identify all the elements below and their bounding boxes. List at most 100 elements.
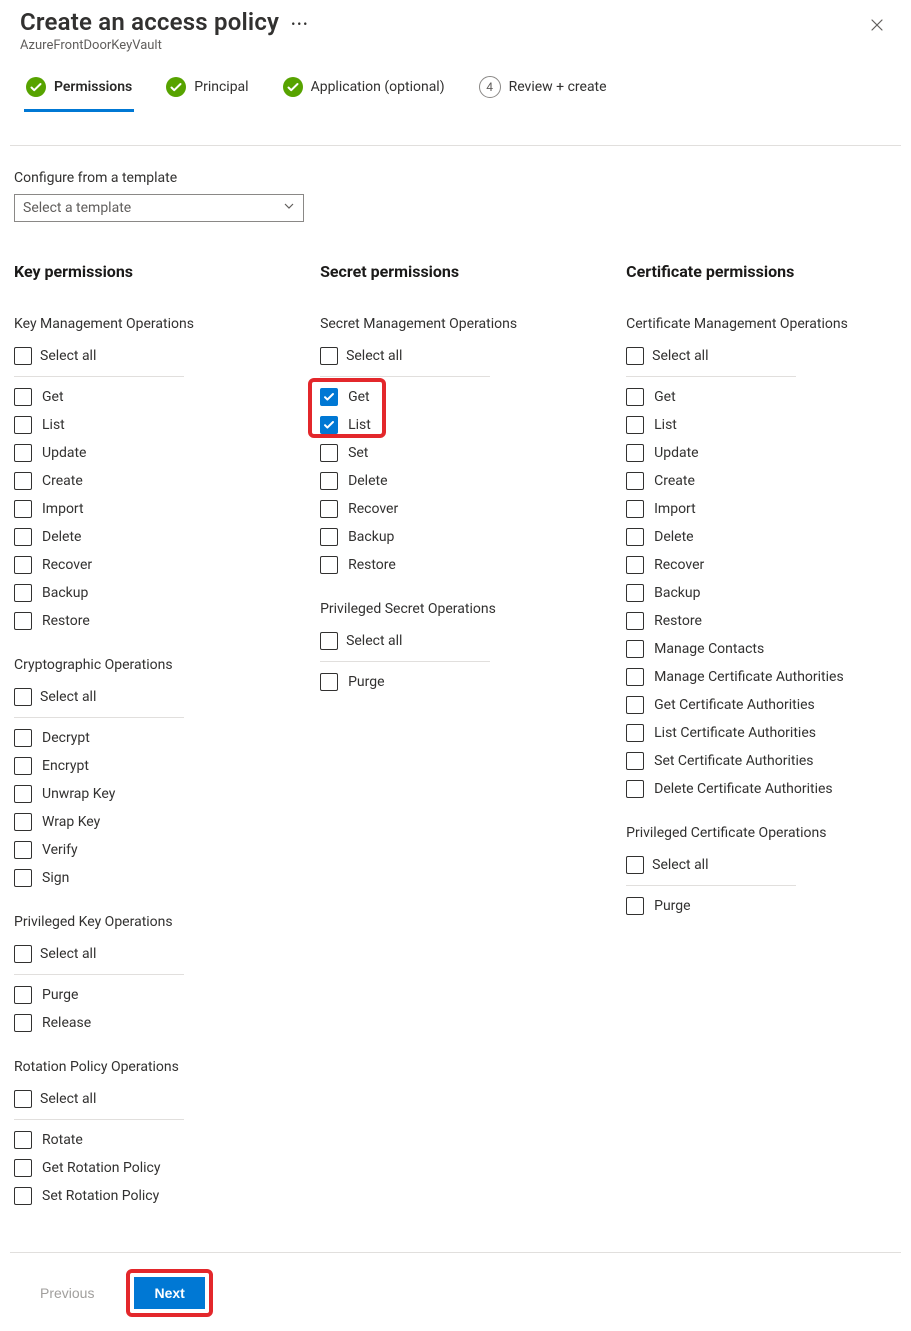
permission-checkbox[interactable] [626, 640, 644, 658]
template-select[interactable]: Select a template [14, 194, 304, 222]
step-application-optional[interactable]: Application (optional) [281, 67, 447, 112]
permission-option[interactable]: Backup [626, 579, 897, 607]
permission-checkbox[interactable] [14, 388, 32, 406]
permission-option[interactable]: Get [320, 383, 562, 411]
permission-checkbox[interactable] [14, 841, 32, 859]
permission-option[interactable]: Set [320, 439, 562, 467]
permission-checkbox[interactable] [320, 472, 338, 490]
permission-option[interactable]: Import [626, 495, 897, 523]
permission-checkbox[interactable] [626, 388, 644, 406]
permission-checkbox[interactable] [626, 696, 644, 714]
permission-checkbox[interactable] [14, 584, 32, 602]
permission-checkbox[interactable] [626, 612, 644, 630]
permission-checkbox[interactable] [14, 729, 32, 747]
permission-checkbox[interactable] [626, 556, 644, 574]
permission-checkbox[interactable] [14, 500, 32, 518]
permission-checkbox[interactable] [14, 813, 32, 831]
select-all-checkbox[interactable] [14, 1090, 32, 1108]
permission-option[interactable]: Get [626, 383, 897, 411]
permission-checkbox[interactable] [14, 556, 32, 574]
permission-checkbox[interactable] [320, 388, 338, 406]
permission-checkbox[interactable] [14, 1187, 32, 1205]
select-all-checkbox[interactable] [14, 945, 32, 963]
permission-option[interactable]: Delete [626, 523, 897, 551]
permission-option[interactable]: Recover [320, 495, 562, 523]
permission-option[interactable]: Set Certificate Authorities [626, 747, 897, 775]
permission-checkbox[interactable] [626, 472, 644, 490]
permission-checkbox[interactable] [626, 724, 644, 742]
permission-option[interactable]: Sign [14, 864, 256, 892]
permission-option[interactable]: Backup [14, 579, 256, 607]
permission-option[interactable]: Purge [14, 981, 256, 1009]
permission-checkbox[interactable] [320, 556, 338, 574]
select-all-checkbox[interactable] [320, 347, 338, 365]
permission-option[interactable]: Backup [320, 523, 562, 551]
permission-checkbox[interactable] [626, 668, 644, 686]
permission-option[interactable]: Get Certificate Authorities [626, 691, 897, 719]
permission-checkbox[interactable] [626, 752, 644, 770]
permission-checkbox[interactable] [320, 673, 338, 691]
step-principal[interactable]: Principal [164, 67, 250, 112]
permission-option[interactable]: Update [626, 439, 897, 467]
permission-checkbox[interactable] [320, 500, 338, 518]
permission-option[interactable]: Set Rotation Policy [14, 1182, 256, 1210]
close-button[interactable] [863, 16, 891, 34]
step-permissions[interactable]: Permissions [24, 67, 134, 112]
permission-option[interactable]: Purge [320, 668, 562, 696]
permission-checkbox[interactable] [626, 584, 644, 602]
permission-checkbox[interactable] [626, 444, 644, 462]
permission-option[interactable]: Delete [14, 523, 256, 551]
permission-option[interactable]: Encrypt [14, 752, 256, 780]
permission-option[interactable]: Create [626, 467, 897, 495]
permission-checkbox[interactable] [14, 869, 32, 887]
step-review-create[interactable]: 4Review + create [477, 66, 609, 113]
permission-checkbox[interactable] [320, 444, 338, 462]
permission-checkbox[interactable] [14, 986, 32, 1004]
permission-option[interactable]: Delete [320, 467, 562, 495]
permission-option[interactable]: Purge [626, 892, 897, 920]
permission-checkbox[interactable] [626, 780, 644, 798]
permission-option[interactable]: List [320, 411, 562, 439]
permission-option[interactable]: Verify [14, 836, 256, 864]
permission-option[interactable]: Restore [320, 551, 562, 579]
select-all-checkbox[interactable] [14, 688, 32, 706]
permission-option[interactable]: Rotate [14, 1126, 256, 1154]
permission-option[interactable]: Restore [14, 607, 256, 635]
permission-option[interactable]: List [626, 411, 897, 439]
permission-option[interactable]: Recover [626, 551, 897, 579]
permission-option[interactable]: Manage Certificate Authorities [626, 663, 897, 691]
permission-option[interactable]: Get Rotation Policy [14, 1154, 256, 1182]
permission-option[interactable]: Create [14, 467, 256, 495]
permission-checkbox[interactable] [320, 528, 338, 546]
select-all-checkbox[interactable] [626, 347, 644, 365]
permission-checkbox[interactable] [14, 1159, 32, 1177]
permission-checkbox[interactable] [626, 416, 644, 434]
permission-option[interactable]: Unwrap Key [14, 780, 256, 808]
permission-option[interactable]: Release [14, 1009, 256, 1037]
permission-checkbox[interactable] [14, 472, 32, 490]
permission-checkbox[interactable] [320, 416, 338, 434]
select-all-checkbox[interactable] [626, 856, 644, 874]
permission-checkbox[interactable] [14, 785, 32, 803]
permission-option[interactable]: Import [14, 495, 256, 523]
select-all-checkbox[interactable] [320, 632, 338, 650]
permission-checkbox[interactable] [14, 612, 32, 630]
select-all-checkbox[interactable] [14, 347, 32, 365]
permission-option[interactable]: List Certificate Authorities [626, 719, 897, 747]
permission-option[interactable]: Get [14, 383, 256, 411]
permission-option[interactable]: Wrap Key [14, 808, 256, 836]
permission-checkbox[interactable] [626, 500, 644, 518]
permission-option[interactable]: List [14, 411, 256, 439]
more-actions-button[interactable]: ••• [291, 14, 309, 34]
permission-checkbox[interactable] [14, 528, 32, 546]
permission-option[interactable]: Manage Contacts [626, 635, 897, 663]
permission-option[interactable]: Recover [14, 551, 256, 579]
permission-option[interactable]: Restore [626, 607, 897, 635]
permission-checkbox[interactable] [14, 757, 32, 775]
permission-checkbox[interactable] [14, 416, 32, 434]
permission-checkbox[interactable] [626, 897, 644, 915]
permission-option[interactable]: Decrypt [14, 724, 256, 752]
next-button[interactable]: Next [134, 1277, 204, 1309]
permission-option[interactable]: Delete Certificate Authorities [626, 775, 897, 803]
permission-option[interactable]: Update [14, 439, 256, 467]
